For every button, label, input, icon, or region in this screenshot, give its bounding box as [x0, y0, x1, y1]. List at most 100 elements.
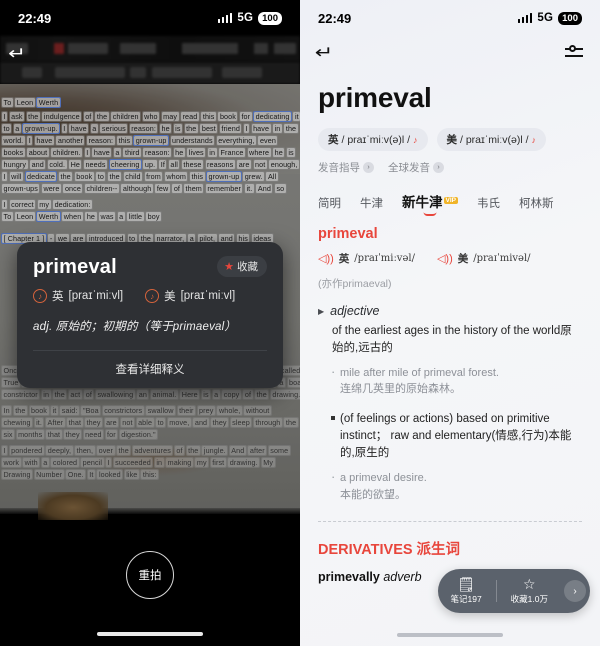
- home-indicator-left: [97, 632, 203, 636]
- status-time-right: 22:49: [318, 11, 351, 26]
- back-arrow-icon[interactable]: ↵: [8, 44, 26, 64]
- settings-sliders-icon[interactable]: [565, 46, 583, 60]
- guide-link-global[interactable]: 全球发音 ›: [388, 160, 444, 175]
- sense-definition: of the earliest ages in the history of t…: [318, 323, 582, 358]
- speaker-icon-us[interactable]: ♪: [145, 289, 159, 303]
- phonetic-chip-uk[interactable]: 英 / praɪˈmiːv(ə)l / ♪: [318, 128, 428, 151]
- dialog-phonetics: ♪ 英 [praɪˈmiːvl] ♪ 美 [praɪˈmiːvl]: [33, 288, 267, 304]
- dictionary-entry: primeval ◁)) 英 /praɪˈmiːvəl/ ◁)) 美 /praɪ…: [300, 216, 600, 503]
- phonetic-lang-us: 美: [447, 132, 458, 147]
- entry-phonetics: ◁)) 英 /praɪˈmiːvəl/ ◁)) 美 /praɪˈmivəl/: [318, 251, 582, 266]
- expand-triangle-icon[interactable]: ▶: [318, 307, 324, 316]
- entry-variant: (亦作primaeval): [318, 276, 582, 291]
- dialog-uk-label: 英: [52, 288, 64, 304]
- chevron-right-icon-1: ›: [433, 162, 444, 173]
- battery-badge: 100: [258, 12, 282, 25]
- dialog-more-link[interactable]: 查看详细释义: [33, 351, 267, 388]
- derivative-word: primevally: [318, 570, 380, 584]
- dialog-us-phonetic: [praɪˈmiːvl]: [181, 290, 236, 302]
- entry-us-phonetic: /praɪˈmivəl/: [473, 253, 530, 264]
- signal-icon: [218, 13, 233, 23]
- entry-uk-phonetic: /praɪˈmiːvəl/: [354, 253, 415, 264]
- home-indicator-right: [397, 633, 503, 637]
- note-icon: 🗒: [457, 577, 475, 591]
- tab-label-1: 牛津: [360, 198, 383, 210]
- dictionary-navbar: ↵: [300, 36, 600, 70]
- pill-divider: [496, 580, 497, 602]
- tab-label-2: 新牛津: [402, 195, 443, 210]
- status-bar-left: 22:49 5G 100: [0, 0, 300, 36]
- tab-oxford[interactable]: 牛津: [360, 195, 383, 216]
- entry-us-label: 美: [458, 251, 469, 266]
- part-of-speech-row[interactable]: ▶ adjective: [318, 304, 582, 318]
- phonetic-chip-us[interactable]: 美 / praɪˈmiːv(ə)l / ♪: [437, 128, 547, 151]
- example-2-en: a primeval desire.: [340, 471, 582, 487]
- speaker-icon-entry-us[interactable]: ◁)): [437, 252, 453, 265]
- status-bar-right: 22:49 5G 100: [300, 0, 600, 36]
- pill-collapse-arrow-icon[interactable]: ›: [564, 580, 586, 602]
- dialog-us-pronunciation[interactable]: ♪ 美 [praɪˈmiːvl]: [145, 288, 235, 304]
- tab-active-indicator: [423, 212, 436, 216]
- blurred-toolbar-second: [0, 62, 300, 84]
- favorite-label: 收藏: [237, 259, 258, 274]
- entry-headword: primeval: [318, 226, 582, 242]
- page-title: primeval: [300, 70, 600, 118]
- star-outline-icon: ☆: [523, 577, 536, 591]
- retake-button[interactable]: 重拍: [126, 551, 174, 599]
- dialog-us-label: 美: [164, 288, 176, 304]
- speaker-icon-uk[interactable]: ♪: [33, 289, 47, 303]
- derivatives-title: DERIVATIVES 派生词: [300, 522, 600, 559]
- phonetic-chips: 英 / praɪˈmiːv(ə)l / ♪ 美 / praɪˈmiːv(ə)l …: [300, 118, 600, 151]
- vip-badge: VIP: [444, 197, 458, 204]
- dictionary-screen: 22:49 5G 100 ↵ primeval 英 / praɪˈmiːv(ə)…: [300, 0, 600, 646]
- example-1-cn: 连绵几英里的原始森林。: [340, 381, 582, 398]
- example-1: mile after mile of primeval forest. 连绵几英…: [318, 366, 582, 398]
- sub-sense: (of feelings or actions) based on primit…: [318, 411, 582, 463]
- guide-links: 发音指导 › 全球发音 ›: [300, 151, 600, 175]
- status-indicators-right: 5G 100: [518, 12, 582, 25]
- tab-webster[interactable]: 韦氏: [477, 195, 500, 216]
- example-2: a primeval desire. 本能的欲望。: [318, 471, 582, 503]
- signal-icon-right: [518, 13, 533, 23]
- entry-uk-pronunciation[interactable]: ◁)) 英 /praɪˈmiːvəl/: [318, 251, 415, 266]
- word-lookup-dialog: primeval ★ 收藏 ♪ 英[praɪˈmiːvl] ♪ 美[praɪˈm…: [17, 242, 283, 388]
- tab-label-3: 韦氏: [477, 198, 500, 210]
- derivative-pos: adverb: [383, 570, 421, 584]
- speaker-icon-chip-uk[interactable]: ♪: [413, 135, 418, 145]
- dialog-definition: adj. 原始的；初期的（等于primaeval）: [33, 318, 267, 334]
- tab-collins[interactable]: 柯林斯: [519, 195, 554, 216]
- tab-label-0: 简明: [318, 198, 341, 210]
- example-2-cn: 本能的欲望。: [340, 487, 582, 504]
- dictionary-tabs: 简明 牛津 新牛津VIP 韦氏 柯林斯: [300, 175, 600, 216]
- dialog-definition-text: 原始的；初期的（等于primaeval）: [56, 321, 236, 333]
- speaker-icon-entry-uk[interactable]: ◁)): [318, 252, 334, 265]
- tab-label-4: 柯林斯: [519, 198, 554, 210]
- chevron-right-icon-0: ›: [363, 162, 374, 173]
- battery-badge-right: 100: [558, 12, 582, 25]
- part-of-speech: adjective: [330, 304, 379, 318]
- back-arrow-icon-right[interactable]: ↵: [315, 43, 334, 63]
- favorite-count-label: 收藏1.0万: [511, 593, 548, 605]
- favorite-button[interactable]: ☆ 收藏1.0万: [511, 577, 548, 605]
- network-label-right: 5G: [537, 12, 553, 24]
- notes-label: 笔记197: [450, 593, 481, 605]
- status-indicators: 5G 100: [218, 12, 282, 25]
- dialog-uk-phonetic: [praɪˈmiːvl]: [69, 290, 124, 302]
- dialog-favorite-button[interactable]: ★ 收藏: [217, 256, 267, 277]
- tab-jianming[interactable]: 简明: [318, 195, 341, 216]
- star-icon: ★: [224, 260, 234, 273]
- dialog-pos: adj.: [33, 321, 52, 333]
- example-1-en: mile after mile of primeval forest.: [340, 366, 582, 382]
- status-time: 22:49: [18, 11, 51, 26]
- guide-link-pronunciation[interactable]: 发音指导 ›: [318, 160, 374, 175]
- guide-label-0: 发音指导: [318, 160, 360, 175]
- blurred-toolbar-top: [0, 36, 300, 62]
- entry-us-pronunciation[interactable]: ◁)) 美 /praɪˈmivəl/: [437, 251, 531, 266]
- tab-new-oxford[interactable]: 新牛津VIP: [402, 191, 458, 216]
- notes-button[interactable]: 🗒 笔记197: [450, 577, 481, 605]
- camera-scan-screen: 22:49 5G 100 ↵ ToLeon: [0, 0, 300, 646]
- entry-uk-label: 英: [339, 251, 350, 266]
- dialog-uk-pronunciation[interactable]: ♪ 英 [praɪˈmiːvl]: [33, 288, 123, 304]
- floating-action-pill: 🗒 笔记197 ☆ 收藏1.0万 ›: [438, 569, 590, 613]
- speaker-icon-chip-us[interactable]: ♪: [532, 135, 537, 145]
